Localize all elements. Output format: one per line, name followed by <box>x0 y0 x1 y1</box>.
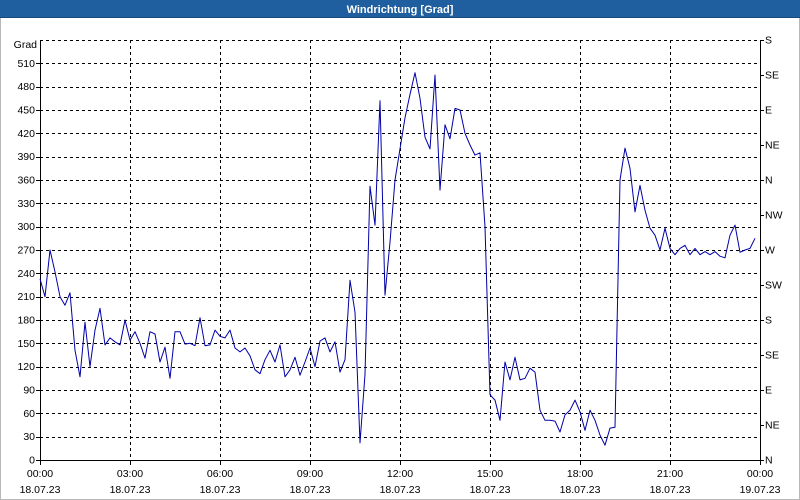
y2-tick-label: NE <box>765 140 780 152</box>
x-tick-label-time: 15:00 <box>477 468 503 480</box>
chart-title: Windrichtung [Grad] <box>346 4 454 16</box>
x-tick-label-date: 18.07.23 <box>290 484 331 496</box>
x-tick-label-date: 18.07.23 <box>560 484 601 496</box>
y2-tick-label: NW <box>765 210 783 222</box>
title-bar: Windrichtung [Grad] <box>0 0 800 18</box>
y-tick-label: 120 <box>17 361 35 373</box>
x-tick-label-date: 19.07.23 <box>740 484 781 496</box>
y-tick-label: 60 <box>23 408 35 420</box>
x-tick-label-date: 18.07.23 <box>650 484 691 496</box>
y-tick-label: 180 <box>17 315 35 327</box>
y-axis-right-ticks: N NE E SE S SW W NW N NE E SE S <box>760 35 783 467</box>
x-tick-label-time: 00:00 <box>27 468 53 480</box>
y-tick-label: 300 <box>17 221 35 233</box>
x-tick-label-date: 18.07.23 <box>470 484 511 496</box>
y-tick-label: 30 <box>23 431 35 443</box>
x-tick-label-time: 21:00 <box>657 468 683 480</box>
x-tick-label-time: 12:00 <box>387 468 413 480</box>
y-tick-label: 480 <box>17 81 35 93</box>
y2-tick-label: E <box>765 385 772 397</box>
y-tick-label: 210 <box>17 291 35 303</box>
y2-tick-label: NE <box>765 420 780 432</box>
y-tick-label: 510 <box>17 58 35 70</box>
y2-tick-label: N <box>765 175 773 187</box>
y2-tick-label: W <box>765 245 775 257</box>
y-tick-label: 420 <box>17 128 35 140</box>
y-tick-label: 390 <box>17 151 35 163</box>
wind-direction-chart: 0 30 60 90 120 150 180 210 240 270 300 330 360 390 420… <box>14 35 783 497</box>
y-tick-label: 240 <box>17 268 35 280</box>
y-tick-label: 150 <box>17 338 35 350</box>
x-tick-label-time: 06:00 <box>207 468 233 480</box>
y-tick-label: 270 <box>17 245 35 257</box>
y2-tick-label: E <box>765 105 772 117</box>
y2-tick-label: SE <box>765 70 779 82</box>
y-tick-label: 0 <box>29 455 35 467</box>
x-tick-label-date: 18.07.23 <box>20 484 61 496</box>
x-tick-label-date: 18.07.23 <box>380 484 421 496</box>
x-axis-ticks: 00:00 18.07.23 03:00 18.07.23 06:00 18.07.23 0… <box>20 460 781 496</box>
y2-tick-label: SW <box>765 280 782 292</box>
y2-tick-label: S <box>765 315 772 327</box>
x-tick-label-date: 18.07.23 <box>110 484 151 496</box>
y2-tick-label: N <box>765 455 773 467</box>
x-tick-label-time: 00:00 <box>747 468 773 480</box>
y2-tick-label: S <box>765 35 772 47</box>
y-tick-label: 330 <box>17 198 35 210</box>
chart-window: Windrichtung [Grad] 0 30 60 90 120 150 180 210 2… <box>0 0 800 500</box>
x-tick-label-date: 18.07.23 <box>200 484 241 496</box>
y2-tick-label: SE <box>765 350 779 362</box>
y-axis-label: Grad <box>14 39 38 51</box>
x-tick-label-time: 09:00 <box>297 468 323 480</box>
x-tick-label-time: 18:00 <box>567 468 593 480</box>
y-tick-label: 360 <box>17 175 35 187</box>
x-tick-label-time: 03:00 <box>117 468 143 480</box>
y-axis-left-ticks: 0 30 60 90 120 150 180 210 240 270 300 330 360 390 420… <box>17 58 40 467</box>
y-tick-label: 450 <box>17 105 35 117</box>
y-tick-label: 90 <box>23 385 35 397</box>
